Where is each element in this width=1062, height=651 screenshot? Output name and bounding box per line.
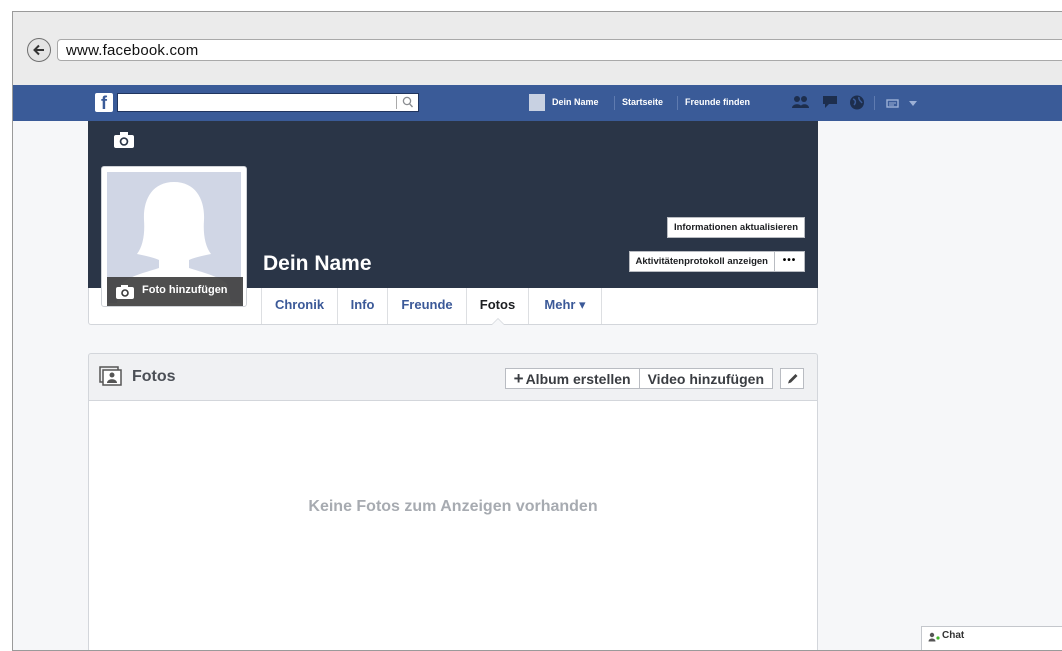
facebook-logo-letter: f xyxy=(101,93,107,113)
profile-picture[interactable]: Foto hinzufügen xyxy=(101,166,247,307)
messages-icon[interactable] xyxy=(821,94,839,110)
camera-icon xyxy=(116,285,134,299)
tab-fotos[interactable]: Fotos xyxy=(467,288,529,325)
create-album-label: Album erstellen xyxy=(525,371,631,387)
facebook-top-bar: f Dein Name Startseite Freunde finden xyxy=(13,85,1062,121)
edit-button[interactable] xyxy=(780,368,804,389)
pencil-icon xyxy=(788,374,798,384)
tab-freunde[interactable]: Freunde xyxy=(388,288,467,324)
nav-divider xyxy=(874,96,875,110)
back-button[interactable] xyxy=(27,38,51,62)
notifications-globe-icon[interactable] xyxy=(848,94,866,111)
back-arrow-icon xyxy=(33,44,44,56)
create-album-button[interactable]: + Album erstellen xyxy=(504,368,640,389)
photos-title: Fotos xyxy=(132,368,176,385)
search-divider xyxy=(396,96,397,109)
nav-avatar[interactable] xyxy=(529,94,545,111)
activity-controls: Aktivitätenprotokoll anzeigen ••• xyxy=(628,251,805,272)
address-bar[interactable]: www.facebook.com xyxy=(57,39,1062,61)
add-photo-button[interactable]: Foto hinzufügen xyxy=(107,277,243,306)
nav-divider xyxy=(677,96,678,110)
more-options-button[interactable]: ••• xyxy=(775,251,805,272)
update-info-button[interactable]: Informationen aktualisieren xyxy=(666,217,805,238)
activity-log-button[interactable]: Aktivitätenprotokoll anzeigen xyxy=(628,251,775,272)
tab-info[interactable]: Info xyxy=(338,288,388,324)
nav-home-link[interactable]: Startseite xyxy=(622,97,663,107)
camera-icon[interactable] xyxy=(113,131,135,149)
chat-label: Chat xyxy=(942,630,965,641)
add-photo-label: Foto hinzufügen xyxy=(142,284,228,296)
privacy-icon[interactable] xyxy=(886,97,902,109)
plus-icon: + xyxy=(513,369,524,388)
browser-toolbar: www.facebook.com xyxy=(13,12,1062,85)
chat-sidebar-button[interactable]: Chat xyxy=(921,626,1062,650)
nav-find-friends-link[interactable]: Freunde finden xyxy=(685,97,750,107)
empty-photos-message: Keine Fotos zum Anzeigen vorhanden xyxy=(308,498,598,515)
chat-status-icon xyxy=(928,632,940,642)
photos-header: Fotos + Album erstellen Video hinzufügen xyxy=(88,353,818,401)
search-input[interactable] xyxy=(117,93,419,112)
nav-profile-link[interactable]: Dein Name xyxy=(552,97,599,107)
tab-mehr[interactable]: Mehr ▾ xyxy=(529,288,602,324)
tab-fotos-label: Fotos xyxy=(479,297,516,312)
facebook-logo[interactable]: f xyxy=(95,93,113,113)
add-video-button[interactable]: Video hinzufügen xyxy=(639,368,773,389)
friend-requests-icon[interactable] xyxy=(791,94,811,110)
tab-chronik[interactable]: Chronik xyxy=(261,288,338,324)
nav-divider xyxy=(614,96,615,110)
profile-page: Informationen aktualisieren Aktivitätenp… xyxy=(13,121,1062,650)
search-icon[interactable] xyxy=(402,96,414,109)
active-tab-indicator xyxy=(490,318,505,325)
browser-window: www.facebook.com f Dein Name Startseite … xyxy=(12,11,1062,651)
url-text: www.facebook.com xyxy=(66,42,199,59)
settings-arrow-icon[interactable] xyxy=(908,99,918,107)
profile-name[interactable]: Dein Name xyxy=(263,252,372,276)
photos-actions: + Album erstellen Video hinzufügen xyxy=(504,368,773,389)
photos-content: Keine Fotos zum Anzeigen vorhanden xyxy=(88,401,818,650)
photos-icon xyxy=(99,366,122,386)
